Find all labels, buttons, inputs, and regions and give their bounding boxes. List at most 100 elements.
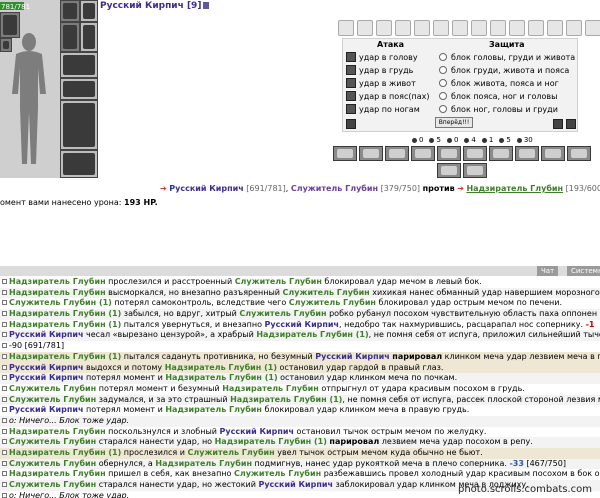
slot-ring-icon[interactable]	[0, 38, 12, 52]
slot-weapon-icon[interactable]	[60, 22, 80, 52]
defense-radio[interactable]	[439, 79, 447, 87]
chat-checkbox-icon[interactable]	[2, 300, 7, 306]
skill-icon[interactable]	[437, 163, 461, 178]
slot-earring-icon[interactable]	[0, 12, 20, 38]
defense-radio[interactable]	[439, 92, 447, 100]
scroll-slot-icon[interactable]	[452, 20, 468, 36]
skill-icon[interactable]	[333, 146, 357, 161]
skill-icon[interactable]	[515, 146, 539, 161]
chat-fighter-name[interactable]: Русский Кирпич	[220, 427, 294, 436]
chat-checkbox-icon[interactable]	[2, 353, 7, 359]
chat-fighter-name[interactable]: Надзиратель Глубин	[9, 288, 106, 297]
slot-boots-icon[interactable]	[60, 150, 98, 178]
chat-checkbox-icon[interactable]	[2, 385, 7, 391]
chat-fighter-name[interactable]: Русский Кирпич	[9, 373, 83, 382]
chat-checkbox-icon[interactable]	[2, 450, 7, 455]
chat-fighter-name[interactable]: Надзиратель Глубин (1)	[230, 395, 342, 404]
info-icon[interactable]	[203, 2, 210, 9]
slot-shield-icon[interactable]	[60, 52, 98, 78]
shield-corner-icon[interactable]	[346, 119, 356, 129]
chat-fighter-name[interactable]: Русский Кирпич	[9, 405, 83, 414]
scroll-slot-icon[interactable]	[471, 20, 487, 36]
go-button[interactable]: Вперёд!!!	[435, 117, 473, 128]
scroll-slot-icon[interactable]	[566, 20, 582, 36]
chat-fighter-name[interactable]: Русский Кирпич	[265, 320, 339, 329]
skill-icon[interactable]	[463, 146, 487, 161]
chat-fighter-name[interactable]: Служитель Глубин	[234, 469, 321, 478]
chat-fighter-name[interactable]: Надзиратель Глубин (1)	[165, 373, 277, 382]
chat-checkbox-icon[interactable]	[2, 289, 7, 295]
fighter-name[interactable]: Русский Кирпич	[169, 184, 243, 193]
defense-radio[interactable]	[439, 105, 447, 113]
chat-fighter-name[interactable]: Русский Кирпич	[315, 352, 389, 361]
refresh-corner-icon[interactable]	[566, 119, 576, 129]
skill-icon[interactable]	[541, 146, 565, 161]
chat-fighter-name[interactable]: Надзиратель Глубин	[9, 277, 106, 286]
chat-checkbox-icon[interactable]	[2, 332, 7, 338]
chat-fighter-name[interactable]: Надзиратель Глубин	[165, 405, 262, 414]
chat-fighter-name[interactable]: Служитель Глубин	[9, 437, 96, 446]
chat-fighter-name[interactable]: Надзиратель Глубин (1)	[215, 437, 327, 446]
scroll-slot-icon[interactable]	[414, 20, 430, 36]
chat-checkbox-icon[interactable]	[2, 343, 7, 349]
chat-fighter-name[interactable]: Служитель Глубин	[9, 384, 96, 393]
chat-checkbox-icon[interactable]	[2, 279, 7, 284]
chat-checkbox-icon[interactable]	[2, 364, 7, 370]
defense-option-3[interactable]: блок живота, пояса и ног	[439, 77, 559, 89]
chat-fighter-name[interactable]: Служитель Глубин	[283, 288, 370, 297]
defense-option-2[interactable]: блок груди, живота и пояса	[439, 64, 569, 76]
chat-checkbox-icon[interactable]	[2, 482, 7, 488]
chat-fighter-name[interactable]: Надзиратель Глубин (1)	[9, 352, 121, 361]
scroll-slot-icon[interactable]	[395, 20, 411, 36]
chat-checkbox-icon[interactable]	[2, 471, 7, 477]
scroll-slot-icon[interactable]	[433, 20, 449, 36]
chat-fighter-name[interactable]: Надзиратель Глубин (1)	[9, 320, 121, 329]
skill-icon[interactable]	[463, 163, 487, 178]
attack-option-belt[interactable]: удар в пояс(пах)	[346, 90, 430, 102]
chat-checkbox-icon[interactable]	[2, 428, 7, 434]
scroll-slot-icon[interactable]	[509, 20, 525, 36]
defense-option-5[interactable]: блок ног, головы и груди	[439, 103, 558, 115]
skill-icon[interactable]	[437, 146, 461, 161]
skill-icon[interactable]	[359, 146, 383, 161]
skill-icon[interactable]	[385, 146, 409, 161]
scroll-slot-icon[interactable]	[338, 20, 354, 36]
chat-fighter-name[interactable]: Надзиратель Глубин	[155, 459, 252, 468]
slot-legs-icon[interactable]	[60, 100, 98, 150]
chat-fighter-name[interactable]: Служитель Глубин	[9, 395, 96, 404]
chat-checkbox-icon[interactable]	[2, 460, 7, 466]
chat-fighter-name[interactable]: Служитель Глубин	[239, 309, 326, 318]
chat-fighter-name[interactable]: Надзиратель Глубин (1)	[9, 448, 121, 457]
defense-radio[interactable]	[439, 66, 447, 74]
chat-checkbox-icon[interactable]	[2, 321, 7, 327]
chat-checkbox-icon[interactable]	[2, 407, 7, 413]
attack-option-legs[interactable]: удар по ногам	[346, 103, 420, 115]
tab-system[interactable]: Системные	[567, 266, 600, 276]
chat-fighter-name[interactable]: Надзиратель Глубин (1)	[9, 309, 121, 318]
chat-fighter-name[interactable]: Служитель Глубин	[289, 298, 376, 307]
chat-fighter-name[interactable]: Надзиратель Глубин (1)	[165, 363, 277, 372]
attack-option-belly[interactable]: удар в живот	[346, 77, 416, 89]
chat-checkbox-icon[interactable]	[2, 417, 7, 423]
chat-checkbox-icon[interactable]	[2, 375, 7, 381]
attack-option-chest[interactable]: удар в грудь	[346, 64, 413, 76]
chat-fighter-name[interactable]: Русский Кирпич	[258, 480, 332, 489]
skill-icon[interactable]	[489, 146, 513, 161]
chat-checkbox-icon[interactable]	[2, 311, 7, 317]
slot-helmet-icon[interactable]	[60, 0, 80, 22]
chat-fighter-name[interactable]: Русский Кирпич	[9, 363, 83, 372]
tab-chat[interactable]: Чат	[537, 266, 559, 276]
scroll-slot-icon[interactable]	[547, 20, 563, 36]
defense-option-1[interactable]: блок головы, груди и живота	[439, 51, 575, 63]
scroll-slot-icon[interactable]	[490, 20, 506, 36]
skill-icon[interactable]	[411, 146, 435, 161]
chat-checkbox-icon[interactable]	[2, 492, 7, 498]
defense-radio[interactable]	[439, 53, 447, 61]
scroll-slot-icon[interactable]	[528, 20, 544, 36]
slot-glove-icon[interactable]	[80, 22, 98, 52]
settings-corner-icon[interactable]	[553, 119, 563, 129]
chat-fighter-name[interactable]: Надзиратель Глубин	[222, 384, 319, 393]
fighter-name[interactable]: Служитель Глубин	[291, 184, 378, 193]
chat-fighter-name[interactable]: Служитель Глубин (1)	[9, 298, 112, 307]
opponent-name[interactable]: Надзиратель Глубин	[466, 184, 563, 193]
